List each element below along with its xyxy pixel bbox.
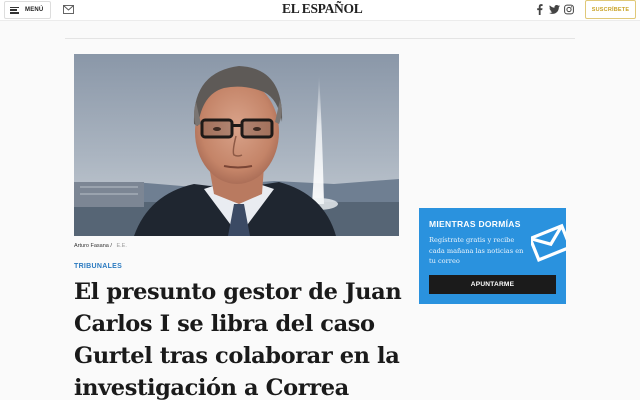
menu-label: MENÚ (25, 7, 44, 13)
caption-credit: E.E. (116, 243, 127, 249)
facebook-icon[interactable] (536, 4, 543, 15)
menu-button[interactable]: MENÚ (4, 1, 51, 19)
site-header: MENÚ EL ESPAÑOL SUSCRÍBETE (0, 0, 640, 21)
instagram-icon[interactable] (564, 4, 574, 15)
article-headline: El presunto gestor de Juan Carlos I se l… (74, 279, 402, 400)
envelope-icon (531, 223, 566, 262)
menu-icon (10, 6, 19, 14)
photo-caption: Arturo Fasana / E.E. (74, 243, 127, 249)
newsletter-box: MIENTRAS DORMÍAS Regístrate gratis y rec… (419, 208, 566, 304)
mail-icon[interactable] (63, 5, 74, 14)
subscribe-button[interactable]: SUSCRÍBETE (585, 0, 636, 19)
newsletter-title: MIENTRAS DORMÍAS (429, 219, 521, 229)
header-divider (65, 38, 575, 39)
newsletter-text: Regístrate gratis y recibe cada mañana l… (429, 236, 524, 265)
site-logo[interactable]: EL ESPAÑOL (282, 1, 363, 17)
twitter-icon[interactable] (549, 4, 560, 15)
section-tag[interactable]: TRIBUNALES (74, 263, 122, 270)
caption-separator: / (110, 243, 112, 249)
newsletter-signup-button[interactable]: APUNTARME (429, 275, 556, 294)
article-photo (74, 54, 399, 236)
caption-name: Arturo Fasana (74, 243, 109, 249)
